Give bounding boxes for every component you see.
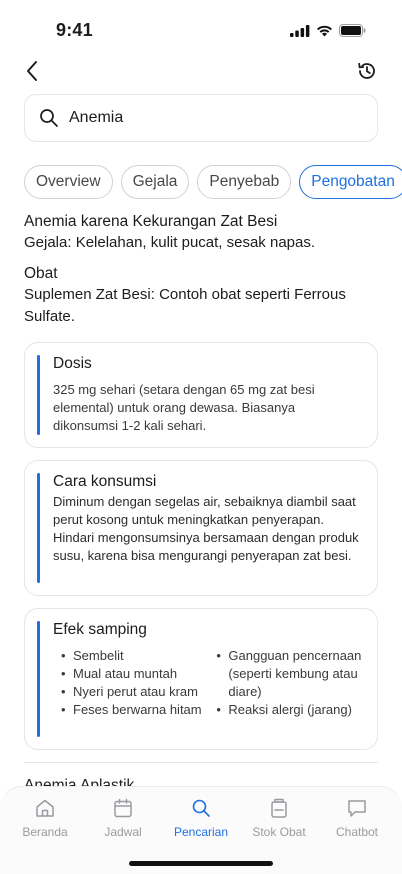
list-item: Nyeri perut atau kram bbox=[61, 683, 216, 701]
nav-label: Jadwal bbox=[104, 825, 142, 839]
tab-label: Penyebab bbox=[209, 173, 280, 190]
list-item: Gangguan pencernaan (seperti kembung ata… bbox=[216, 647, 363, 701]
usage-card: Cara konsumsi Diminum dengan segelas air… bbox=[24, 460, 378, 596]
treatment-content: Anemia karena Kekurangan Zat Besi Gejala… bbox=[24, 212, 384, 786]
top-bar bbox=[0, 56, 402, 86]
bottom-navigation: Beranda Jadwal Pencarian Stok Obat Chatb… bbox=[0, 786, 402, 874]
side-effects-title: Efek samping bbox=[53, 621, 147, 638]
side-effects-left-list: Sembelit Mual atau muntah Nyeri perut at… bbox=[53, 647, 216, 719]
list-item: Mual atau muntah bbox=[61, 665, 216, 683]
accent-bar bbox=[37, 355, 40, 435]
home-icon bbox=[36, 799, 54, 817]
status-bar: 9:41 bbox=[0, 0, 402, 60]
side-effects-right-list: Gangguan pencernaan (seperti kembung ata… bbox=[216, 647, 363, 719]
tab-label: Pengobatan bbox=[311, 173, 395, 190]
side-effects-card: Efek samping Sembelit Mual atau muntah N… bbox=[24, 608, 378, 750]
tab-label: Overview bbox=[36, 173, 101, 190]
drug-heading: Obat bbox=[24, 265, 58, 282]
usage-body: Diminum dengan segelas air, sebaiknya di… bbox=[53, 494, 359, 563]
next-section-title: Anemia Aplastik bbox=[24, 777, 135, 786]
chevron-left-icon bbox=[27, 61, 37, 81]
drug-text: Suplemen Zat Besi: Contoh obat seperti F… bbox=[24, 286, 346, 325]
dose-body: 325 mg sehari (setara dengan 65 mg zat b… bbox=[53, 382, 315, 433]
nav-label: Chatbot bbox=[335, 825, 379, 839]
search-input[interactable] bbox=[69, 109, 349, 127]
accent-bar bbox=[37, 621, 40, 737]
nav-item-chatbot[interactable]: Chatbot bbox=[319, 797, 395, 839]
medicine-box-icon bbox=[271, 798, 287, 818]
nav-label: Beranda bbox=[22, 825, 68, 839]
section-title: Anemia karena Kekurangan Zat Besi bbox=[24, 213, 278, 230]
tab-label: Gejala bbox=[132, 173, 178, 190]
tab-bar: Overview Gejala Penyebab Pengobatan bbox=[24, 165, 402, 199]
tab-penyebab[interactable]: Penyebab bbox=[197, 165, 292, 199]
cellular-signal-icon bbox=[290, 24, 310, 37]
home-indicator bbox=[129, 861, 273, 866]
accent-bar bbox=[37, 473, 40, 583]
search-icon bbox=[192, 799, 210, 817]
nav-item-stok-obat[interactable]: Stok Obat bbox=[241, 797, 317, 839]
search-bar[interactable] bbox=[24, 94, 378, 142]
tab-gejala[interactable]: Gejala bbox=[120, 165, 190, 199]
section-divider bbox=[24, 762, 378, 763]
tab-pengobatan[interactable]: Pengobatan bbox=[299, 165, 402, 199]
status-icons bbox=[290, 24, 366, 37]
list-item: Sembelit bbox=[61, 647, 216, 665]
calendar-icon bbox=[114, 798, 132, 818]
usage-title: Cara konsumsi bbox=[53, 473, 157, 490]
search-icon bbox=[40, 109, 58, 127]
chat-icon bbox=[348, 800, 366, 817]
list-item: Feses berwarna hitam bbox=[61, 701, 216, 719]
tab-overview[interactable]: Overview bbox=[24, 165, 113, 199]
history-button[interactable] bbox=[356, 60, 378, 82]
battery-icon bbox=[339, 24, 366, 37]
nav-label: Stok Obat bbox=[252, 825, 306, 839]
dose-title: Dosis bbox=[53, 355, 92, 372]
nav-item-pencarian[interactable]: Pencarian bbox=[163, 797, 239, 839]
status-time: 9:41 bbox=[56, 20, 93, 40]
nav-item-jadwal[interactable]: Jadwal bbox=[85, 797, 161, 839]
symptoms-text: Gejala: Kelelahan, kulit pucat, sesak na… bbox=[24, 234, 316, 251]
dose-card: Dosis 325 mg sehari (setara dengan 65 mg… bbox=[24, 342, 378, 448]
side-effects-list: Sembelit Mual atau muntah Nyeri perut at… bbox=[53, 647, 363, 719]
back-button[interactable] bbox=[20, 58, 44, 84]
list-item: Reaksi alergi (jarang) bbox=[216, 701, 363, 719]
wifi-icon bbox=[317, 25, 332, 36]
nav-label: Pencarian bbox=[173, 825, 229, 839]
history-icon bbox=[358, 62, 375, 79]
nav-item-beranda[interactable]: Beranda bbox=[7, 797, 83, 839]
